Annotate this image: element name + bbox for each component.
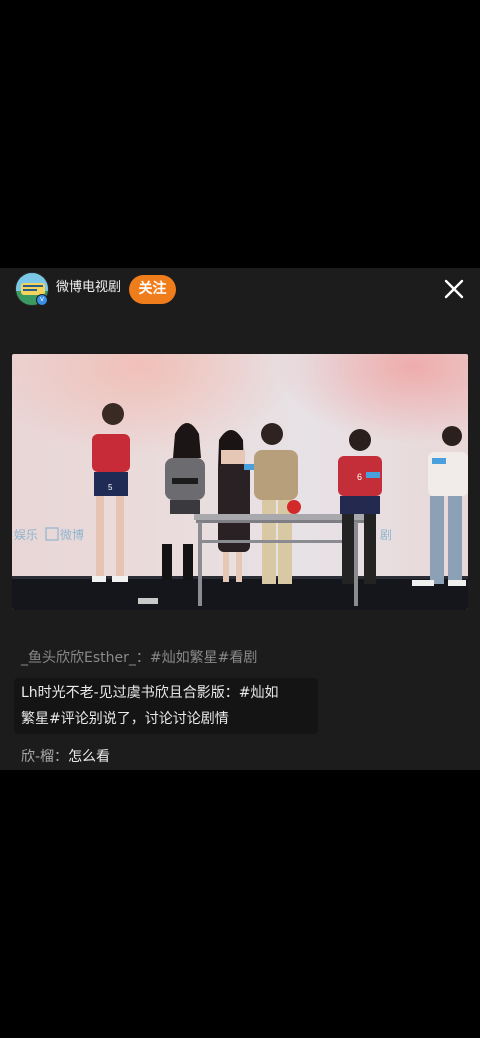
comment-2-line2: 繁星#评论别说了，讨论讨论剧情 xyxy=(21,711,229,727)
close-icon[interactable] xyxy=(441,276,467,302)
jersey-number-1: 5 xyxy=(108,483,113,492)
account-name[interactable]: 微博电视剧 xyxy=(56,280,121,296)
comment-3-author[interactable]: 欣-榴： xyxy=(21,749,68,765)
comment-1[interactable]: _鱼头欣欣Esther_：#灿如繁星#看剧 xyxy=(21,649,257,667)
comment-3[interactable]: 欣-榴：怎么看 xyxy=(21,748,110,766)
comment-3-text: 怎么看 xyxy=(68,749,111,765)
post-photo[interactable]: 娱乐 微博 剧 5 6 xyxy=(12,354,468,610)
comment-2-line1: Lh时光不老-见过虞书欣且合影版：#灿如 xyxy=(21,685,279,701)
jersey-number-2: 6 xyxy=(357,472,362,482)
verified-icon: v xyxy=(36,294,48,306)
post-header: v 微博电视剧 关注 xyxy=(0,268,480,312)
post-panel: v 微博电视剧 关注 娱乐 微博 剧 5 6 _鱼头欣欣Esther_：#灿如繁… xyxy=(0,268,480,770)
watermark-weibo: 微博 xyxy=(60,527,84,542)
screen: v 微博电视剧 关注 娱乐 微博 剧 5 6 _鱼头欣欣Esther_：#灿如繁… xyxy=(0,0,480,1038)
comment-2[interactable]: Lh时光不老-见过虞书欣且合影版：#灿如 繁星#评论别说了，讨论讨论剧情 xyxy=(14,678,318,734)
watermark-left: 娱乐 xyxy=(14,528,38,542)
watermark-right: 剧 xyxy=(380,528,392,542)
follow-button[interactable]: 关注 xyxy=(129,275,176,304)
